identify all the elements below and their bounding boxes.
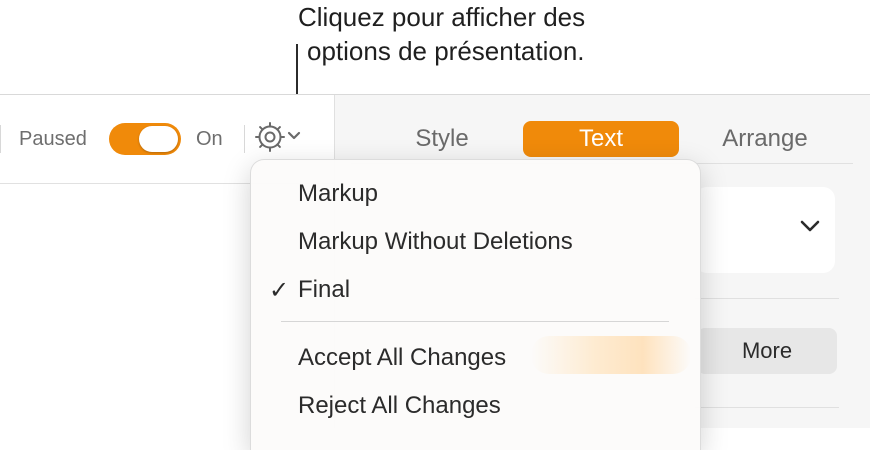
- toolbar-separator: [244, 125, 245, 153]
- menu-separator: [281, 321, 669, 322]
- on-label: On: [196, 128, 223, 150]
- gear-icon: [255, 122, 301, 152]
- tab-text[interactable]: Text: [523, 121, 679, 157]
- menu-item-final[interactable]: Final: [298, 276, 350, 304]
- menu-highlight-glow: [531, 336, 691, 374]
- menu-item-accept-all-changes[interactable]: Accept All Changes: [298, 344, 506, 372]
- chevron-down-icon[interactable]: [799, 219, 821, 233]
- menu-item-reject-all-changes[interactable]: Reject All Changes: [298, 392, 501, 420]
- menu-item-markup-without-deletions[interactable]: Markup Without Deletions: [298, 228, 573, 256]
- toolbar-separator: [0, 125, 1, 153]
- sidebar-divider: [695, 298, 839, 299]
- checkmark-icon: ✓: [269, 277, 290, 304]
- callout-line-1: Cliquez pour afficher des: [298, 2, 586, 32]
- callout-text: Cliquez pour afficher des options de pré…: [298, 0, 698, 68]
- menu-item-markup[interactable]: Markup: [298, 180, 378, 208]
- tab-arrange[interactable]: Arrange: [705, 121, 825, 157]
- callout-line-2: options de présentation.: [307, 36, 585, 66]
- app-window: Paused On Style Text Arrange More Markup…: [0, 94, 870, 450]
- view-options-button[interactable]: [252, 119, 312, 155]
- track-changes-toggle[interactable]: [109, 123, 181, 155]
- sidebar-divider: [695, 407, 839, 408]
- more-button[interactable]: More: [697, 328, 837, 374]
- tab-style[interactable]: Style: [387, 121, 497, 157]
- view-options-menu: Markup Markup Without Deletions ✓ Final …: [250, 159, 701, 450]
- paused-label: Paused: [19, 128, 87, 150]
- toggle-knob: [139, 126, 178, 152]
- chevron-down-icon: [287, 131, 301, 140]
